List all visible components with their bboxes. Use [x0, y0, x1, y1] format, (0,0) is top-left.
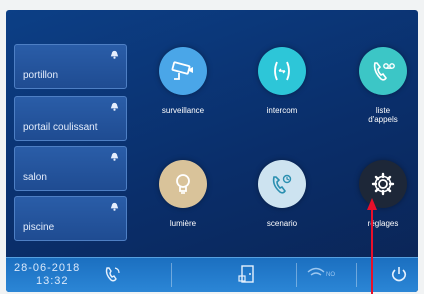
- zone-button-portillon[interactable]: portillon: [14, 44, 127, 89]
- zone-label: portail coulissant: [23, 122, 98, 133]
- app-surveillance[interactable]: surveillance: [143, 47, 223, 115]
- wifi-status-text: NO: [326, 272, 335, 278]
- door-unlock-icon[interactable]: [238, 263, 258, 285]
- app-circle: [159, 160, 207, 208]
- date-time: 28-06-2018 13:32: [14, 262, 80, 288]
- zone-label: piscine: [23, 222, 55, 233]
- app-circle: [159, 47, 207, 95]
- monitor-screen: portillon portail coulissant salon pisci…: [6, 10, 418, 292]
- status-bar: 28-06-2018 13:32 NO: [6, 257, 418, 292]
- app-label: réglages: [367, 219, 399, 228]
- date-text: 28-06-2018: [14, 262, 81, 274]
- app-label: intercom: [266, 106, 298, 115]
- zone-button-portail-coulissant[interactable]: portail coulissant: [14, 96, 127, 141]
- power-icon[interactable]: [390, 265, 408, 283]
- zone-label: salon: [23, 172, 47, 183]
- divider: [296, 263, 297, 287]
- app-label: surveillance: [161, 106, 205, 115]
- scenario-phone-icon: [272, 174, 292, 194]
- app-liste-appels[interactable]: liste d'appels: [343, 47, 418, 124]
- time-text: 13:32: [36, 275, 69, 287]
- bell-icon: [110, 102, 119, 111]
- wifi-icon: [307, 267, 325, 276]
- zone-button-piscine[interactable]: piscine: [14, 196, 127, 241]
- app-scenario[interactable]: scenario: [242, 160, 322, 228]
- app-label: scenario: [266, 219, 298, 228]
- cctv-camera-icon: [171, 61, 193, 80]
- zone-label: portillon: [23, 70, 59, 81]
- app-label: liste d'appels: [368, 106, 398, 124]
- divider: [356, 263, 357, 287]
- app-lumiere[interactable]: lumière: [143, 160, 223, 228]
- app-circle: [359, 47, 407, 95]
- annotation-arrow: [367, 198, 377, 294]
- app-circle: [258, 47, 306, 95]
- divider: [171, 263, 172, 287]
- gear-icon: [371, 172, 395, 196]
- intercom-phone-icon: [274, 61, 290, 81]
- light-bulb-icon: [176, 174, 190, 194]
- bell-icon: [110, 202, 119, 211]
- app-circle: [258, 160, 306, 208]
- call-icon[interactable]: [104, 265, 122, 283]
- app-reglages[interactable]: réglages: [343, 160, 418, 228]
- app-intercom[interactable]: intercom: [242, 47, 322, 115]
- voicemail-phone-icon: [373, 62, 395, 81]
- zone-button-salon[interactable]: salon: [14, 146, 127, 191]
- bell-icon: [110, 50, 119, 59]
- app-label: lumière: [169, 219, 197, 228]
- bell-icon: [110, 152, 119, 161]
